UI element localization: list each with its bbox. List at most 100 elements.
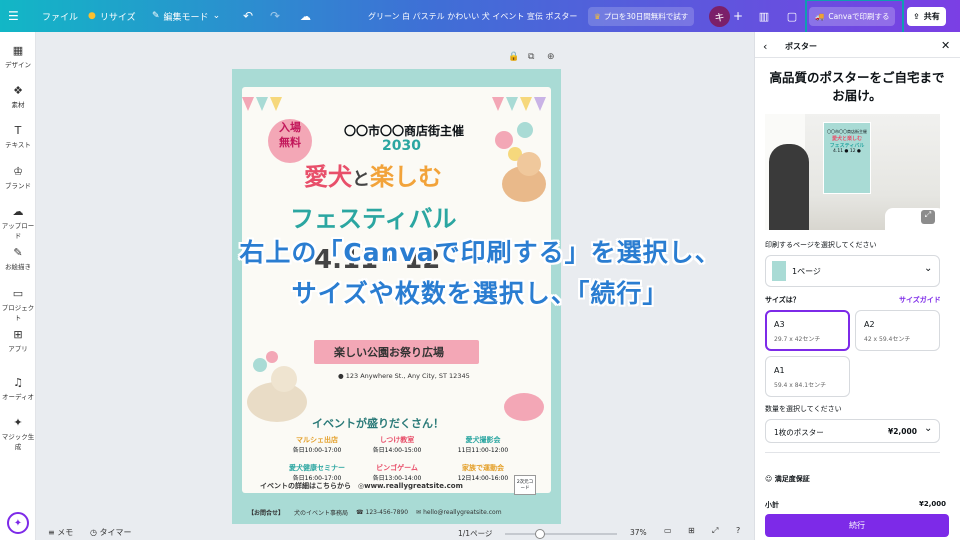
- apps-icon: ⊞: [13, 328, 23, 341]
- resize-button[interactable]: ● リサイズ: [88, 0, 136, 32]
- page-indicator[interactable]: 1/1ページ: [458, 528, 492, 539]
- share-button[interactable]: ⇪ 共有: [907, 7, 946, 26]
- chevron-left-icon: ‹: [763, 40, 768, 53]
- expand-preview-button[interactable]: ⤢: [921, 210, 935, 224]
- menu-button[interactable]: ☰: [8, 0, 19, 32]
- page-lock-icon[interactable]: 🔒: [508, 52, 519, 62]
- plus-icon: +: [733, 9, 744, 23]
- sidebar-item-design[interactable]: ▦ デザイン: [0, 44, 36, 69]
- grid-icon: ⊞: [688, 526, 695, 535]
- elements-icon: ❖: [13, 84, 23, 97]
- event-item-2: しつけ教室 各日14:00-15:00: [372, 436, 422, 454]
- event-item-1: マルシェ出店 各日10:00-17:00: [292, 436, 342, 454]
- zoom-slider-thumb[interactable]: [535, 529, 545, 539]
- undo-icon: ↶: [243, 9, 254, 23]
- chevron-down-icon: ⌄: [212, 11, 221, 21]
- timer-button[interactable]: ◷ タイマー: [90, 527, 132, 538]
- venue-banner: 楽しい公園お祭り広場: [334, 346, 444, 359]
- fullscreen-button[interactable]: ⤢: [712, 526, 718, 536]
- magic-icon: ✦: [13, 416, 23, 429]
- size-option-a2[interactable]: A2 42 x 59.4センチ: [855, 310, 940, 351]
- phone-icon: ☎: [356, 508, 364, 516]
- timer-icon: ◷: [90, 528, 100, 537]
- insights-button[interactable]: ▥: [752, 0, 776, 32]
- crown-icon: ●: [88, 11, 96, 21]
- pro-trial-button[interactable]: ♛ プロを30日間無料で試す: [588, 7, 695, 26]
- details-text: イベントの詳細はこちらから ◎www.reallygreatsite.com: [260, 482, 463, 490]
- notes-button[interactable]: ≡ メモ: [48, 527, 73, 538]
- product-preview-image: 〇〇市〇〇商店街主催 愛犬と楽しむ フェスティバル 4.11 ● 12 ● ⤢: [765, 114, 940, 230]
- close-icon[interactable]: ✕: [941, 39, 950, 52]
- print-panel: ‹ ポスター ✕ 高品質のポスターをご自宅までお届け。 〇〇市〇〇商店街主催 愛…: [754, 32, 960, 540]
- redo-button[interactable]: ↷: [270, 0, 280, 32]
- size-option-a3[interactable]: A3 29.7 x 42センチ: [765, 310, 850, 351]
- brand-icon: ♔: [13, 165, 23, 178]
- continue-button[interactable]: 続行: [765, 514, 949, 537]
- print-with-canva-button[interactable]: 🚚 Canvaで印刷する: [809, 7, 896, 26]
- size-label: サイズは？: [765, 296, 800, 304]
- add-page-icon[interactable]: ⊕: [547, 52, 555, 62]
- chevron-down-icon: ⌄: [924, 423, 933, 434]
- cloud-save-status[interactable]: ☁: [300, 0, 311, 32]
- page-select-dropdown[interactable]: 1ページ ⌄: [765, 255, 940, 287]
- free-entry-badge: 入場 無料: [279, 121, 301, 149]
- guarantee-row[interactable]: ☺ 満足度保証: [765, 474, 810, 484]
- venue-address: ● 123 Anywhere St., Any City, ST 12345: [338, 372, 470, 380]
- quantity-label: 数量を選択してください: [765, 405, 842, 413]
- file-menu[interactable]: ファイル: [42, 0, 78, 32]
- event-item-5: ビンゴゲーム 各日13:00-14:00: [372, 464, 422, 482]
- text-icon: T: [14, 124, 22, 137]
- add-collaborator-button[interactable]: +: [733, 0, 743, 32]
- event-item-4: 愛犬健康セミナー 各日16:00-17:00: [289, 464, 345, 482]
- smile-icon: ☺: [765, 475, 775, 483]
- subtotal-value: ¥2,000: [919, 500, 947, 508]
- title-line-2: フェスティバル: [290, 205, 457, 233]
- size-option-a1[interactable]: A1 59.4 x 84.1センチ: [765, 356, 850, 397]
- qr-code: 2次元コード: [514, 475, 536, 495]
- notes-icon: ≡: [48, 528, 58, 537]
- pencil-icon: ✎: [152, 11, 160, 21]
- user-avatar[interactable]: キ: [709, 6, 730, 27]
- help-button[interactable]: ?: [736, 526, 740, 535]
- back-button[interactable]: ‹: [763, 40, 767, 53]
- cloud-icon: ☁: [300, 9, 311, 23]
- sidebar-item-magic[interactable]: ✦ マジック生成: [0, 416, 36, 451]
- zoom-slider[interactable]: [505, 529, 617, 539]
- undo-button[interactable]: ↶: [243, 0, 253, 32]
- tab-poster[interactable]: ポスター: [785, 41, 817, 52]
- preview-poster: 〇〇市〇〇商店街主催 愛犬と楽しむ フェスティバル 4.11 ● 12 ●: [823, 122, 871, 194]
- comments-button[interactable]: ▢: [780, 0, 804, 32]
- bar-chart-icon: ▥: [758, 9, 770, 23]
- audio-icon: ♫: [13, 376, 23, 389]
- zoom-level[interactable]: 37%: [630, 528, 647, 537]
- edit-mode-dropdown[interactable]: ✎ 編集モード ⌄: [152, 0, 220, 32]
- sidebar-item-elements[interactable]: ❖ 素材: [0, 84, 36, 109]
- document-title[interactable]: グリーン 白 パステル かわいい 犬 イベント 宣伝 ポスター: [368, 0, 577, 32]
- top-toolbar: ☰ ファイル ● リサイズ ✎ 編集モード ⌄ ↶ ↷ ☁ グリーン 白 パステル か…: [0, 0, 960, 41]
- sidebar-item-text[interactable]: T テキスト: [0, 124, 36, 149]
- grid-view-button[interactable]: ⊞: [688, 526, 695, 535]
- duplicate-page-icon[interactable]: ⧉: [528, 52, 534, 62]
- preview-chair: [769, 144, 809, 230]
- panel-tab-divider: [755, 57, 960, 58]
- redo-icon: ↷: [270, 9, 281, 23]
- pin-icon: ●: [338, 372, 344, 380]
- comment-icon: ▢: [786, 9, 798, 23]
- year-text: 2030: [382, 138, 421, 154]
- bottom-bar: ≡ メモ ◷ タイマー 1/1ページ 37% ▭ ⊞ ⤢ ?: [0, 524, 754, 540]
- quantity-dropdown[interactable]: 1枚のポスター ¥2,000 ⌄: [765, 419, 940, 443]
- sidebar-item-apps[interactable]: ⊞ アプリ: [0, 328, 36, 353]
- help-icon: ?: [736, 526, 741, 535]
- page-select-label: 印刷するページを選択してください: [765, 241, 877, 249]
- layout-icon: ▦: [12, 44, 24, 57]
- sidebar-item-audio[interactable]: ♫ オーディオ: [0, 376, 36, 401]
- truck-icon: 🚚: [815, 12, 825, 21]
- mail-icon: ✉: [416, 508, 422, 516]
- panel-headline: 高品質のポスターをご自宅までお届け。: [769, 70, 945, 103]
- panel-divider: [765, 452, 940, 453]
- pages-view-button[interactable]: ▭: [664, 526, 672, 535]
- menu-icon: ☰: [8, 9, 19, 23]
- sidebar-item-brand[interactable]: ♔ ブランド: [0, 165, 36, 190]
- size-guide-link[interactable]: サイズガイド: [899, 295, 941, 305]
- crown-icon: ♛: [594, 12, 601, 21]
